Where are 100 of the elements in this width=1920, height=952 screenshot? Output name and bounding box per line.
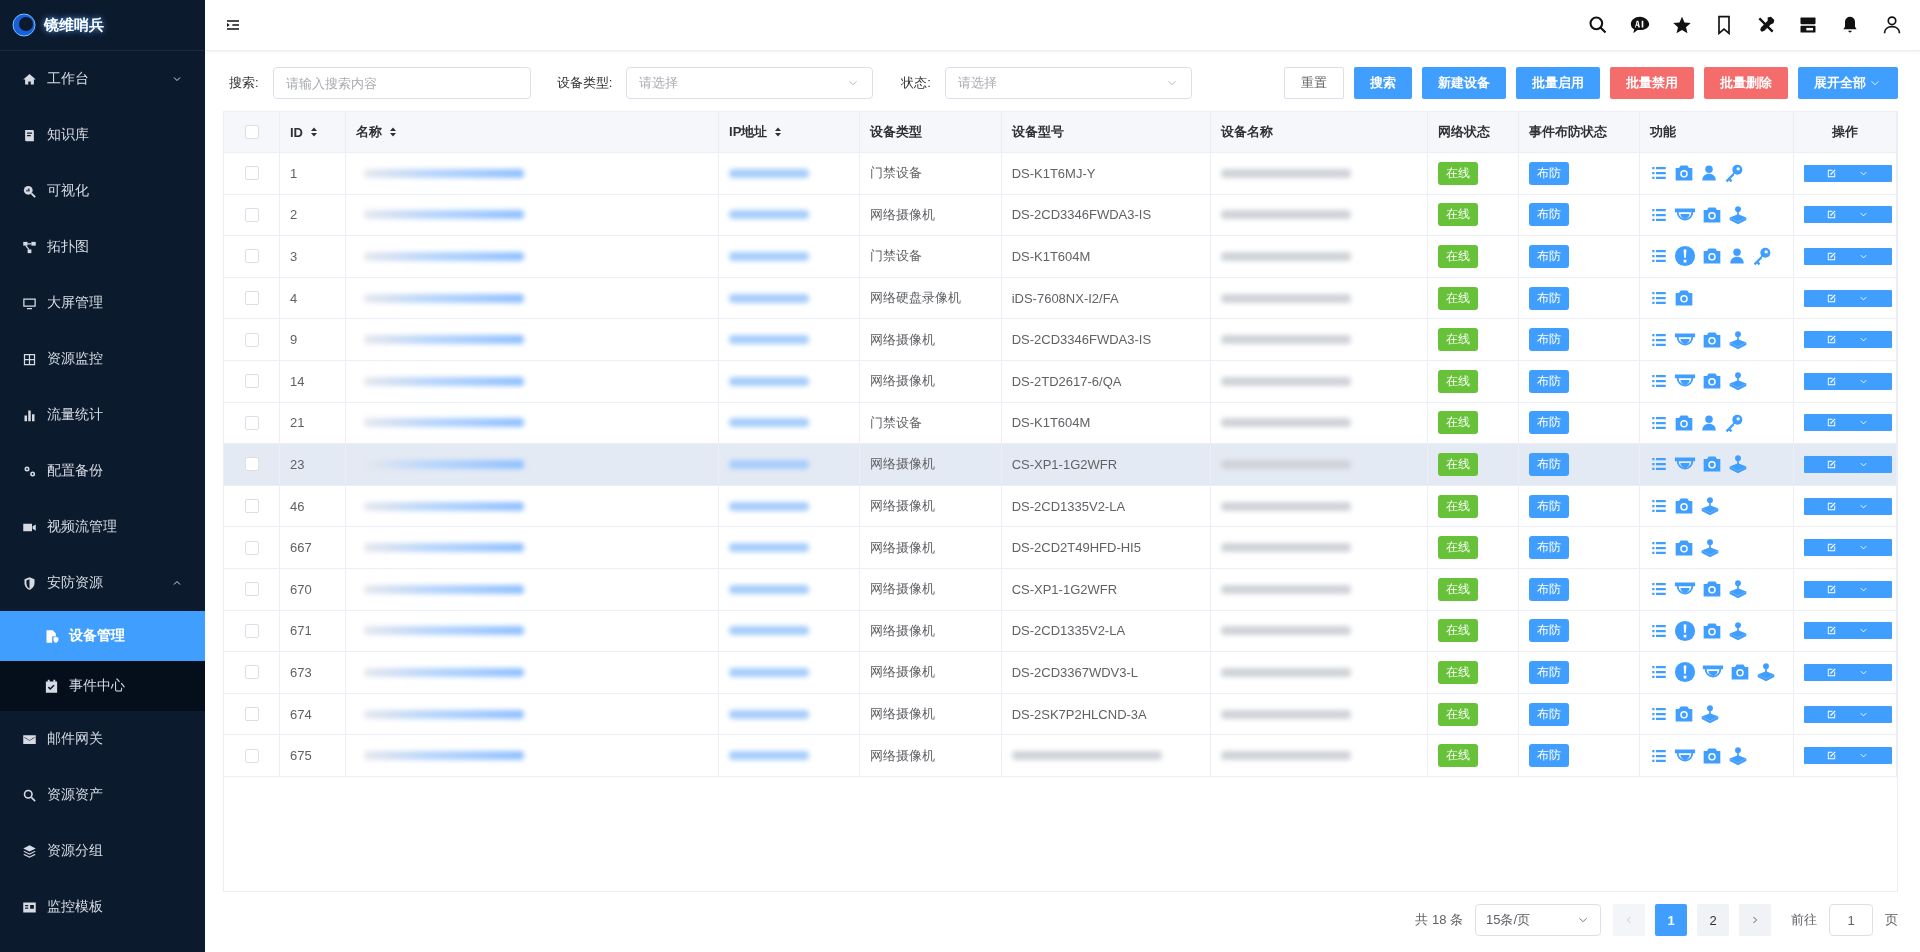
- sidebar-item[interactable]: 资源分组: [0, 823, 205, 879]
- action-button[interactable]: [1803, 622, 1892, 640]
- toolbar-button[interactable]: 重置: [1284, 67, 1344, 99]
- column-header: 功能: [1649, 123, 1676, 141]
- camera-icon: [1673, 288, 1694, 309]
- camera-icon: [1673, 496, 1694, 517]
- action-button[interactable]: [1803, 206, 1892, 224]
- key-icon: [1723, 163, 1744, 184]
- status-tag: 在线: [1437, 744, 1478, 768]
- person-icon: [1699, 413, 1718, 432]
- edit-icon: [1826, 625, 1838, 637]
- id-cell: 667: [290, 540, 312, 556]
- action-button[interactable]: [1803, 539, 1892, 557]
- id-cell: 670: [290, 581, 312, 597]
- action-button[interactable]: [1803, 414, 1892, 432]
- column-header: 设备型号: [1011, 123, 1064, 141]
- joystick-icon: [1727, 620, 1748, 641]
- page-size-select[interactable]: 15条/页: [1475, 904, 1601, 936]
- row-checkbox[interactable]: [244, 207, 259, 222]
- id-cell: 3: [290, 249, 298, 264]
- row-checkbox[interactable]: [244, 291, 259, 306]
- sidebar-item[interactable]: 安防资源: [0, 555, 205, 611]
- row-checkbox[interactable]: [244, 457, 259, 472]
- id-cell: 9: [290, 332, 298, 348]
- joystick-icon: [1699, 537, 1720, 558]
- row-checkbox[interactable]: [244, 623, 259, 638]
- joystick-icon: [1727, 579, 1748, 600]
- row-checkbox[interactable]: [244, 166, 259, 181]
- sidebar-item[interactable]: 大屏管理: [0, 275, 205, 331]
- row-checkbox[interactable]: [244, 374, 259, 389]
- row-checkbox[interactable]: [244, 748, 259, 763]
- id-cell: 673: [290, 664, 312, 680]
- status-tag: 布防: [1529, 203, 1570, 227]
- sidebar-item[interactable]: 拓扑图: [0, 219, 205, 275]
- status-tag: 布防: [1529, 660, 1570, 684]
- action-button[interactable]: [1803, 747, 1892, 765]
- row-checkbox[interactable]: [244, 415, 259, 430]
- action-button[interactable]: [1803, 455, 1892, 473]
- sidebar-item[interactable]: 工作台: [0, 51, 205, 107]
- sidebar-item[interactable]: 可视化: [0, 163, 205, 219]
- key-icon: [1723, 412, 1744, 433]
- total-count: 共 18 条: [1415, 911, 1463, 929]
- edit-icon: [1826, 458, 1838, 470]
- exclamation-circle-icon: [1673, 619, 1696, 642]
- key-icon: [1751, 246, 1772, 267]
- sidebar-item[interactable]: 知识库: [0, 107, 205, 163]
- action-button[interactable]: [1803, 248, 1892, 265]
- action-button[interactable]: [1803, 331, 1892, 349]
- action-button[interactable]: [1803, 663, 1892, 681]
- device-model-cell: DS-2TD2617-6/QA: [1011, 373, 1122, 389]
- row-checkbox[interactable]: [244, 249, 259, 264]
- magnifier-chart-icon: [22, 183, 37, 199]
- row-checkbox[interactable]: [244, 707, 259, 721]
- page-suffix: 页: [1885, 911, 1898, 929]
- device-model-cell: DS-K1T604M: [1011, 249, 1091, 264]
- select-all-checkbox[interactable]: [244, 125, 259, 139]
- action-button[interactable]: [1803, 164, 1892, 182]
- row-checkbox[interactable]: [244, 665, 259, 680]
- device-model-cell: CS-XP1-1G2WFR: [1011, 581, 1118, 597]
- search-field[interactable]: 请输入搜索内容: [272, 67, 531, 99]
- sidebar-item[interactable]: 邮件网关: [0, 711, 205, 767]
- row-checkbox[interactable]: [244, 540, 259, 555]
- edit-icon: [1826, 292, 1838, 304]
- page-button[interactable]: 2: [1697, 904, 1729, 936]
- edit-icon: [1826, 209, 1838, 221]
- sidebar-item[interactable]: 配置备份: [0, 443, 205, 499]
- camera-icon: [1729, 662, 1750, 683]
- swirl-logo-icon: [12, 13, 36, 37]
- person-icon: [1699, 164, 1718, 183]
- page-number-field[interactable]: 1: [1829, 904, 1873, 936]
- device-model-cell: DS-2CD3346FWDA3-IS: [1011, 332, 1152, 348]
- id-cell: 1: [290, 165, 298, 181]
- action-button[interactable]: [1803, 705, 1892, 723]
- device-type-cell: 网络摄像机: [870, 206, 936, 222]
- sidebar-item[interactable]: 资源监控: [0, 331, 205, 387]
- row-checkbox[interactable]: [244, 499, 259, 514]
- status-tag: 在线: [1437, 577, 1478, 601]
- device-type-cell: 门禁设备: [870, 248, 923, 264]
- status-tag: 在线: [1437, 328, 1478, 352]
- row-checkbox[interactable]: [244, 582, 259, 597]
- column-header: 网络状态: [1437, 123, 1490, 141]
- status-tag: 布防: [1529, 494, 1570, 518]
- camera-icon: [1701, 454, 1722, 475]
- next-page-button[interactable]: [1739, 904, 1771, 936]
- menu-fold-icon: [225, 17, 241, 33]
- sidebar-item[interactable]: 监控模板: [0, 879, 205, 935]
- sidebar-item[interactable]: 视频流管理: [0, 499, 205, 555]
- id-cell: 4: [290, 290, 298, 306]
- sidebar-item[interactable]: 资源资产: [0, 767, 205, 823]
- action-button[interactable]: [1803, 289, 1892, 307]
- id-cell: 23: [290, 456, 305, 472]
- action-button[interactable]: [1803, 580, 1892, 598]
- sidebar-item[interactable]: 流量统计: [0, 387, 205, 443]
- status-tag: 在线: [1437, 452, 1478, 476]
- action-button[interactable]: [1803, 497, 1892, 515]
- status-tag: 在线: [1437, 161, 1478, 185]
- sidebar-subitem[interactable]: 事件中心: [0, 661, 205, 711]
- device-model-cell: DS-2CD3367WDV3-L: [1011, 664, 1139, 680]
- row-checkbox[interactable]: [244, 332, 259, 347]
- action-button[interactable]: [1803, 372, 1892, 390]
